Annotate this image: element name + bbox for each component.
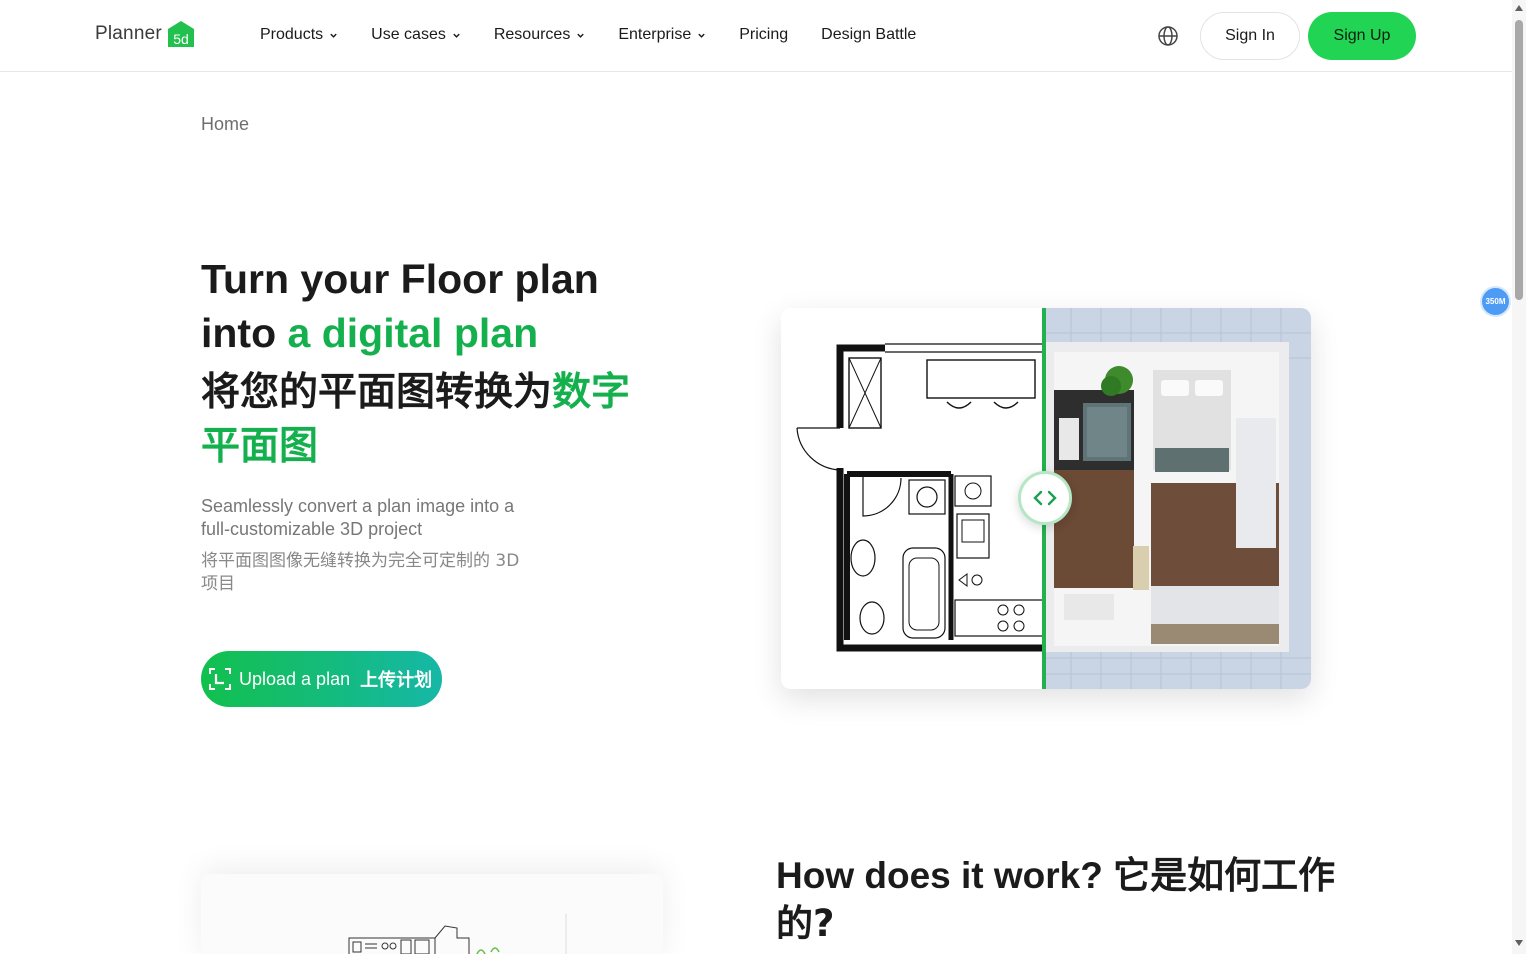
hero-subtitle-zh: 将平面图图像无缝转换为完全可定制的 3D 项目 [201, 551, 520, 594]
chevron-down-icon [577, 33, 585, 38]
how-it-works-title-en: How does it work? [776, 855, 1103, 896]
hero-title-highlight: a digital plan [287, 310, 539, 356]
upload-frame-icon [209, 668, 231, 690]
compare-slider-handle[interactable] [1018, 471, 1072, 525]
nav-resources-label: Resources [493, 26, 571, 43]
logo-text: Planner [95, 23, 162, 44]
nav-pricing[interactable]: Pricing [739, 26, 788, 44]
hero-title-zh-highlight-1: 数字 [552, 370, 631, 415]
scrollbar-thumb[interactable] [1515, 20, 1523, 300]
scrollbar[interactable] [1512, 0, 1526, 954]
hero-subtitle: Seamlessly convert a plan image into a f… [201, 496, 515, 539]
scroll-down-arrow-icon[interactable] [1515, 940, 1523, 946]
breadcrumb-home[interactable]: Home [201, 114, 249, 135]
site-header: Planner 5d Products Use cases Resources … [0, 0, 1512, 72]
chevron-down-icon [698, 33, 705, 38]
upload-plan-label: Upload a plan [239, 668, 351, 689]
chevron-down-icon [330, 33, 337, 38]
upload-plan-button[interactable]: Upload a plan 上传计划 [201, 651, 442, 707]
nav-products-label: Products [260, 26, 324, 43]
nav-design-battle[interactable]: Design Battle [821, 26, 916, 44]
nav-pricing-label: Pricing [739, 26, 789, 43]
sketch-plan-illustration [348, 914, 567, 954]
hero-title-zh-main: 将您的平面图转换为 [201, 370, 553, 415]
nav-enterprise[interactable]: Enterprise [618, 26, 706, 44]
globe-icon[interactable] [1157, 25, 1179, 47]
logo-mark-icon: 5d [166, 19, 196, 49]
hero-title-zh: 将您的平面图转换为数字 平面图 [201, 366, 661, 474]
chevron-down-icon [453, 33, 460, 38]
nav-use-cases-label: Use cases [371, 26, 446, 43]
hero-title: Turn your Floor plan into a digital plan [201, 252, 671, 360]
logo-mark-text: 5d [173, 31, 189, 47]
nav-products[interactable]: Products [260, 26, 338, 44]
logo[interactable]: Planner 5d [95, 19, 196, 49]
nav-use-cases[interactable]: Use cases [371, 26, 461, 44]
code-arrows-icon [1033, 490, 1057, 506]
hero-title-zh-highlight-2: 平面图 [201, 424, 319, 469]
sign-in-button[interactable]: Sign In [1200, 12, 1300, 60]
scroll-up-arrow-icon[interactable] [1515, 5, 1523, 11]
floating-badge[interactable]: 350M [1480, 286, 1511, 317]
nav-resources[interactable]: Resources [494, 26, 585, 44]
hero-title-line1: Turn your Floor plan [201, 256, 599, 302]
main-nav: Products Use cases Resources Enterprise … [260, 26, 949, 44]
upload-plan-label-zh: 上传计划 [360, 670, 433, 691]
sign-up-button[interactable]: Sign Up [1308, 12, 1416, 60]
hero-title-into: into [201, 310, 288, 356]
how-it-works-title: How does it work? 它是如何工作的? [776, 852, 1336, 948]
nav-enterprise-label: Enterprise [618, 26, 692, 43]
how-it-works-illustration-card [201, 874, 663, 954]
nav-design-battle-label: Design Battle [821, 26, 917, 43]
